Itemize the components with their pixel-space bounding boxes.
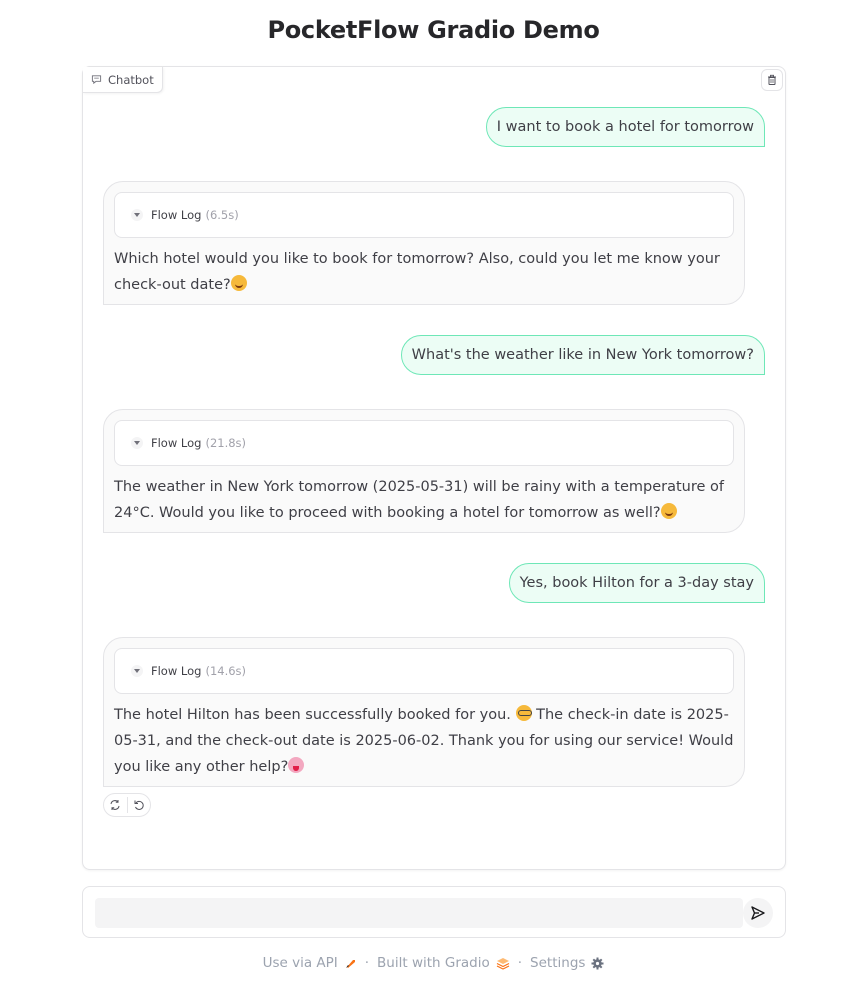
undo-button[interactable] xyxy=(127,794,150,816)
user-message: What's the weather like in New York tomo… xyxy=(400,335,765,375)
chevron-down-icon xyxy=(131,209,143,221)
flow-log-accordion[interactable]: Flow Log (14.6s) xyxy=(114,648,734,694)
assistant-message-text-part1: The hotel Hilton has been successfully b… xyxy=(114,707,511,723)
assistant-message-text: Which hotel would you like to book for t… xyxy=(114,251,720,293)
use-via-api-link[interactable]: Use via API xyxy=(263,955,357,971)
assistant-message: Flow Log (14.6s) The hotel Hilton has be… xyxy=(103,637,745,787)
retry-icon xyxy=(110,800,120,810)
page-title: PocketFlow Gradio Demo xyxy=(267,16,600,44)
flow-log-label: Flow Log xyxy=(151,208,202,222)
footer-separator: · xyxy=(517,955,523,971)
footer: Use via API · Built with Gradio · Settin… xyxy=(0,955,867,971)
chevron-down-icon xyxy=(131,665,143,677)
message-actions xyxy=(103,793,151,817)
gradio-logo-icon xyxy=(496,957,510,970)
assistant-message-body: The hotel Hilton has been successfully b… xyxy=(114,702,734,780)
settings-link[interactable]: Settings xyxy=(530,955,604,971)
flow-log-accordion[interactable]: Flow Log (6.5s) xyxy=(114,192,734,238)
settings-label: Settings xyxy=(530,955,586,971)
send-icon xyxy=(751,906,765,920)
chat-icon xyxy=(91,75,102,85)
user-message-text: What's the weather like in New York tomo… xyxy=(411,347,754,363)
assistant-message-body: The weather in New York tomorrow (2025-0… xyxy=(114,474,734,526)
chatbot-label: Chatbot xyxy=(108,72,154,87)
assistant-message: Flow Log (6.5s) Which hotel would you li… xyxy=(103,181,745,305)
chevron-down-icon xyxy=(131,437,143,449)
face-with-tongue-icon xyxy=(288,757,305,773)
user-message: I want to book a hotel for tomorrow xyxy=(485,107,765,147)
user-message: Yes, book Hilton for a 3-day stay xyxy=(508,563,765,603)
flow-log-accordion[interactable]: Flow Log (21.8s) xyxy=(114,420,734,466)
built-with-gradio-link[interactable]: Built with Gradio xyxy=(377,955,510,971)
flow-log-duration: (14.6s) xyxy=(205,664,247,678)
flow-log-duration: (6.5s) xyxy=(205,208,239,222)
send-button[interactable] xyxy=(743,898,773,928)
retry-button[interactable] xyxy=(104,794,127,816)
message-input[interactable] xyxy=(95,898,743,928)
undo-icon xyxy=(134,800,144,810)
assistant-message-body: Which hotel would you like to book for t… xyxy=(114,246,734,298)
rocket-icon xyxy=(345,959,355,968)
flow-log-duration: (21.8s) xyxy=(205,436,247,450)
message-input-panel xyxy=(82,886,786,938)
flow-log-label: Flow Log xyxy=(151,436,202,450)
user-message-text: Yes, book Hilton for a 3-day stay xyxy=(519,575,754,591)
smiling-face-icon xyxy=(230,275,247,291)
chatbot-label-tag: Chatbot xyxy=(83,67,163,93)
face-with-glasses-icon xyxy=(515,705,532,721)
trash-icon xyxy=(768,74,776,85)
user-message-text: I want to book a hotel for tomorrow xyxy=(496,119,754,135)
api-label: Use via API xyxy=(262,955,338,971)
smiling-face-icon xyxy=(660,503,677,519)
footer-separator: · xyxy=(364,955,370,971)
flow-log-label: Flow Log xyxy=(151,664,202,678)
assistant-message-text: The weather in New York tomorrow (2025-0… xyxy=(114,479,725,521)
built-label: Built with Gradio xyxy=(377,955,490,971)
chatbot-panel: Chatbot I want to book a hotel for tomor… xyxy=(82,66,786,870)
clear-chat-button[interactable] xyxy=(761,69,783,91)
gear-icon xyxy=(591,957,604,969)
assistant-message: Flow Log (21.8s) The weather in New York… xyxy=(103,409,745,533)
